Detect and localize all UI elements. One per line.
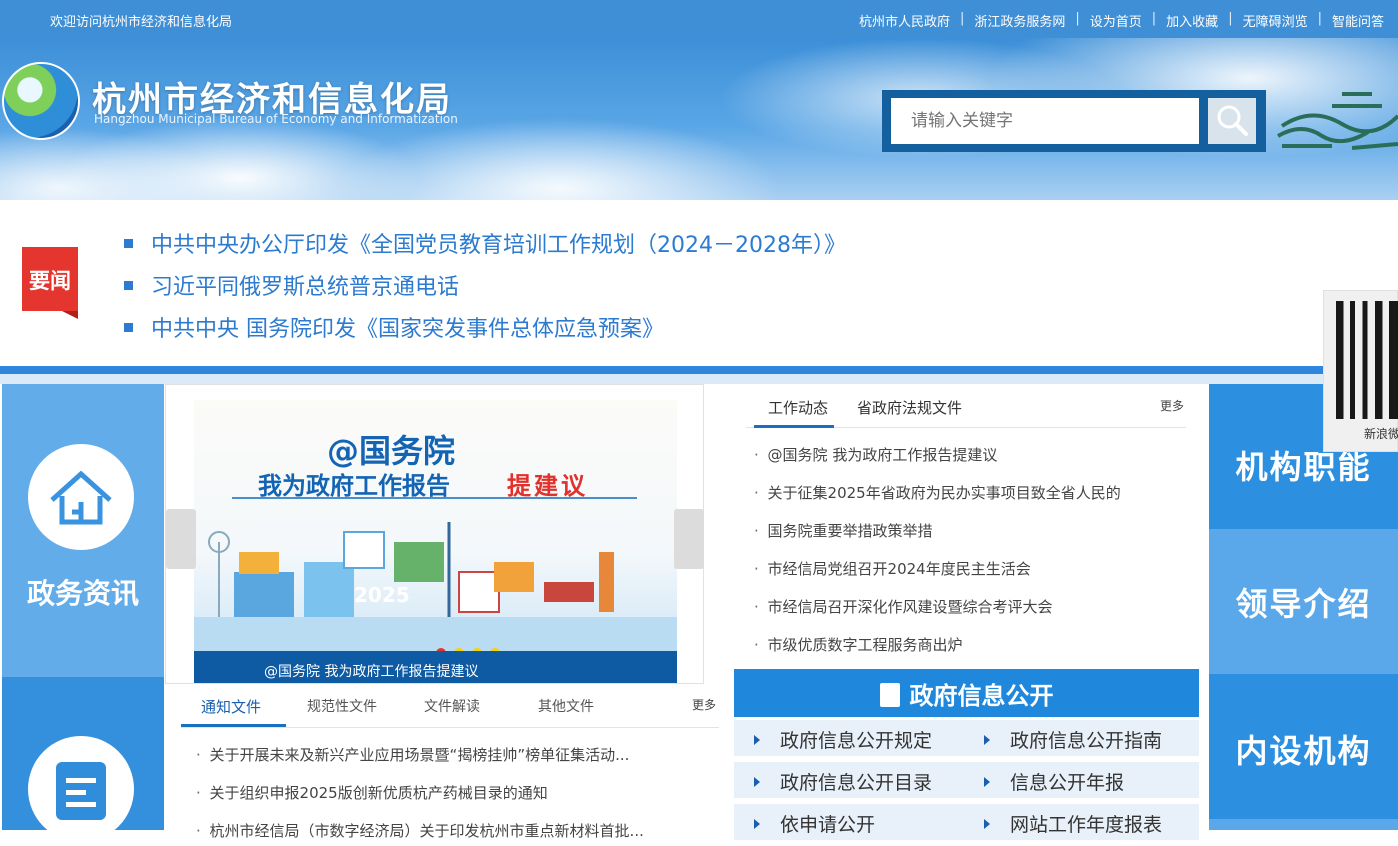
headline-item[interactable]: 习近平同俄罗斯总统普京通电话 [124, 269, 459, 301]
carousel-slide[interactable]: @国务院 我为政府工作报告 提建议 2025 [194, 400, 677, 652]
carousel-next-button[interactable] [674, 509, 704, 569]
tab-other-files[interactable]: 其他文件 [538, 696, 594, 716]
gov-info-link-label[interactable]: 信息公开年报 [1010, 772, 1124, 794]
triangle-right-icon [984, 819, 990, 829]
work-item[interactable]: 关于征集2025年省政府为民办实事项目致全省人民的 [754, 482, 1121, 503]
bullet-icon [124, 280, 133, 290]
top-links: 杭州市人民政府 | 浙江政务服务网 | 设为首页 | 加入收藏 | 无障碍浏览 | 智能问… [858, 11, 1384, 30]
search-button[interactable] [1208, 98, 1256, 144]
document-icon [879, 683, 900, 707]
headline-text[interactable]: 习近平同俄罗斯总统普京通电话 [151, 269, 459, 301]
gov-info-link[interactable]: 依申请公开 [754, 810, 875, 837]
slide-line-blue: 我为政府工作报告 [258, 472, 450, 500]
document-icon[interactable] [28, 736, 134, 842]
work-tabs: 工作动态 省政府法规文件 更多 [746, 384, 1186, 428]
headline-news-section: 要闻 中共中央办公厅印发《全国党员教育培训工作规划（2024－2028年）》 习… [0, 200, 1398, 366]
gov-info-link-label[interactable]: 网站工作年度报表 [1010, 814, 1162, 836]
active-tab-underline [754, 425, 834, 428]
slide-line-red: 提建议 [507, 472, 588, 500]
gov-info-row: 政府信息公开目录 信息公开年报 [734, 762, 1199, 798]
triangle-right-icon [754, 735, 760, 745]
nav-gov-news[interactable]: 政务资讯 [2, 384, 164, 677]
home-icon [28, 444, 134, 550]
gov-info-row: 政府信息公开规定 政府信息公开指南 [734, 720, 1199, 756]
search-icon [1217, 105, 1248, 136]
link-set-homepage[interactable]: 设为首页 [1090, 11, 1142, 30]
tab-file-interpretation[interactable]: 文件解读 [424, 696, 480, 716]
bullet-icon [124, 238, 133, 248]
notice-item[interactable]: 关于开展未来及新兴产业应用场景暨“揭榜挂帅”榜单征集活动... [196, 744, 676, 765]
work-item[interactable]: 国务院重要举措政策举措 [754, 520, 933, 541]
notice-item[interactable]: 关于组织申报2025版创新优质杭产药械目录的通知 [196, 782, 676, 803]
gov-info-link-label[interactable]: 政府信息公开规定 [780, 730, 932, 752]
triangle-right-icon [754, 777, 760, 787]
nav-departments[interactable]: 内设机构 [1209, 674, 1398, 819]
notice-item[interactable]: 杭州市经信局（市数字经济局）关于印发杭州市重点新材料首批... [196, 820, 676, 841]
headline-item[interactable]: 中共中央 国务院印发《国家突发事件总体应急预案》 [124, 311, 664, 343]
nav-gov-news-label: 政务资讯 [26, 577, 139, 610]
gov-info-link[interactable]: 政府信息公开规定 [754, 726, 932, 753]
nav-leadership[interactable]: 领导介绍 [1209, 529, 1398, 674]
notice-tabs: 通知文件 规范性文件 文件解读 其他文件 更多 [181, 686, 719, 728]
gov-info-link[interactable]: 网站工作年度报表 [984, 810, 1162, 837]
work-item[interactable]: 市经信局党组召开2024年度民主生活会 [754, 558, 1031, 579]
work-item[interactable]: @国务院 我为政府工作报告提建议 [754, 444, 998, 465]
qr-code-image [1336, 301, 1398, 419]
gov-info-link-label[interactable]: 政府信息公开指南 [1010, 730, 1162, 752]
qr-code-float[interactable]: 新浪微博 [1323, 290, 1398, 452]
site-subtitle: Hangzhou Municipal Bureau of Economy and… [94, 112, 458, 126]
active-tab-underline [181, 724, 286, 727]
triangle-right-icon [984, 777, 990, 787]
triangle-right-icon [754, 819, 760, 829]
work-more-link[interactable]: 更多 [1160, 397, 1184, 414]
link-hangzhou-gov[interactable]: 杭州市人民政府 [859, 11, 950, 30]
gov-info-link[interactable]: 信息公开年报 [984, 768, 1124, 795]
notice-more-link[interactable]: 更多 [692, 696, 716, 713]
gov-info-header[interactable]: 政府信息公开 [734, 669, 1199, 717]
bureau-logo[interactable] [2, 62, 80, 140]
tab-normative-files[interactable]: 规范性文件 [307, 696, 377, 716]
city-illustration: 2025 [194, 522, 677, 652]
bullet-icon [124, 322, 133, 332]
headline-text[interactable]: 中共中央 国务院印发《国家突发事件总体应急预案》 [151, 311, 664, 343]
left-nav-column: 政务资讯 [2, 384, 164, 842]
top-utility-bar: 欢迎访问杭州市经济和信息化局 杭州市人民政府 | 浙江政务服务网 | 设为首页 | 加… [0, 0, 1398, 38]
link-smart-qa[interactable]: 智能问答 [1332, 11, 1384, 30]
tab-provincial-regulations[interactable]: 省政府法规文件 [857, 397, 962, 418]
welcome-text: 欢迎访问杭州市经济和信息化局 [50, 15, 233, 30]
slide-year-label: 2025 [354, 583, 410, 607]
link-add-favorite[interactable]: 加入收藏 [1166, 11, 1218, 30]
headline-item[interactable]: 中共中央办公厅印发《全国党员教育培训工作规划（2024－2028年）》 [124, 227, 846, 259]
news-carousel: @国务院 我为政府工作报告 提建议 2025 @国务院 我为政府工作报告提建议 [165, 384, 704, 684]
qr-code-label: 新浪微博 [1364, 427, 1398, 441]
hangzhou-emblem-icon [1276, 92, 1398, 150]
search-input[interactable] [891, 98, 1199, 144]
link-zhejiang-service[interactable]: 浙江政务服务网 [974, 11, 1065, 30]
divider-bar [0, 366, 1398, 374]
search-box [882, 90, 1266, 152]
slide-underline [232, 497, 637, 499]
divider-strip [0, 374, 1398, 384]
tab-notice-files[interactable]: 通知文件 [201, 696, 261, 717]
headline-text[interactable]: 中共中央办公厅印发《全国党员教育培训工作规划（2024－2028年）》 [151, 227, 846, 259]
gov-info-link-label[interactable]: 政府信息公开目录 [780, 772, 932, 794]
tab-work-dynamics[interactable]: 工作动态 [768, 397, 828, 418]
work-item[interactable]: 市经信局召开深化作风建设暨综合考评大会 [754, 596, 1053, 617]
nav-next-block[interactable] [1209, 819, 1398, 830]
header-banner: 杭州市经济和信息化局 Hangzhou Municipal Bureau of … [0, 38, 1398, 200]
gov-info-link-label[interactable]: 依申请公开 [780, 814, 875, 836]
gov-info-title: 政府信息公开 [909, 682, 1054, 710]
work-item[interactable]: 市级优质数字工程服务商出炉 [754, 634, 963, 655]
gov-info-link[interactable]: 政府信息公开指南 [984, 726, 1162, 753]
gov-info-row: 依申请公开 网站工作年度报表 [734, 804, 1199, 840]
headline-badge: 要闻 [22, 247, 78, 319]
carousel-prev-button[interactable] [166, 509, 196, 569]
gov-info-link[interactable]: 政府信息公开目录 [754, 768, 932, 795]
triangle-right-icon [984, 735, 990, 745]
carousel-caption[interactable]: @国务院 我为政府工作报告提建议 [194, 651, 677, 683]
link-accessibility[interactable]: 无障碍浏览 [1243, 11, 1308, 30]
